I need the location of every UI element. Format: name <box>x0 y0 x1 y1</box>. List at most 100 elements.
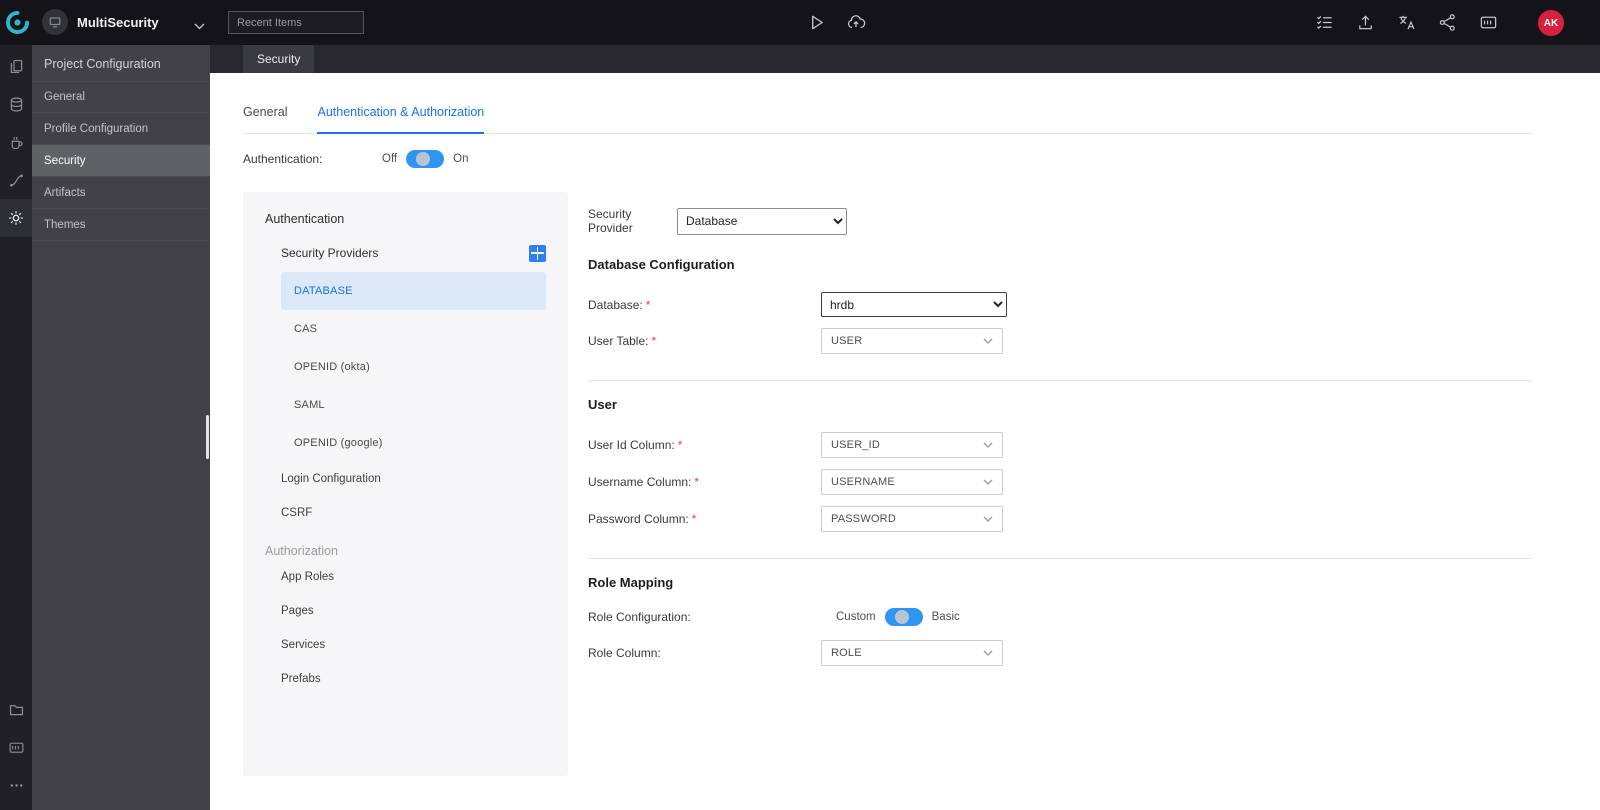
workspace-tab-security[interactable]: Security <box>243 45 315 73</box>
section-divider <box>588 558 1532 559</box>
role-basic-label: Basic <box>931 611 960 623</box>
toggle-knob <box>894 610 909 624</box>
database-provider-form: Security Provider Database Database Conf… <box>588 192 1532 776</box>
username-column-label: Username Column: <box>588 475 692 489</box>
chevron-down-icon <box>983 650 993 656</box>
export-icon[interactable] <box>1355 12 1375 32</box>
user-table-select[interactable]: USER <box>821 328 1003 354</box>
user-table-row: User Table: * USER <box>588 328 1532 354</box>
sidebar-scrollbar-thumb[interactable] <box>206 415 209 459</box>
user-heading: User <box>588 397 617 412</box>
user-table-label: User Table: <box>588 334 649 348</box>
provider-item-cas[interactable]: CAS <box>281 310 546 348</box>
role-column-label: Role Column: <box>588 646 661 660</box>
sidebar-item-artifacts[interactable]: Artifacts <box>32 177 210 209</box>
user-table-value: USER <box>831 335 863 347</box>
database-icon[interactable] <box>0 85 32 123</box>
role-custom-label: Custom <box>836 611 876 623</box>
provider-item-saml[interactable]: SAML <box>281 386 546 424</box>
user-id-column-value: USER_ID <box>831 439 881 451</box>
security-provider-label: Security Provider <box>588 207 633 235</box>
role-configuration-toggle[interactable] <box>884 608 923 626</box>
more-icon[interactable] <box>0 766 32 804</box>
console-icon[interactable] <box>1478 12 1498 32</box>
settings-gear-icon[interactable] <box>0 199 32 237</box>
toggle-off-label: Off <box>382 153 398 165</box>
tree-section-authentication: Authentication <box>265 212 345 226</box>
security-tabs: General Authentication & Authorization <box>243 105 1532 134</box>
password-column-row: Password Column: * PASSWORD <box>588 506 1532 532</box>
provider-item-openid-okta[interactable]: OPENID (okta) <box>281 348 546 386</box>
role-configuration-row: Role Configuration: Custom Basic <box>588 608 1532 626</box>
tree-item-pages[interactable]: Pages <box>281 594 546 628</box>
security-providers-label: Security Providers <box>281 246 379 260</box>
app-icon <box>42 9 68 35</box>
tree-item-prefabs[interactable]: Prefabs <box>281 662 546 696</box>
section-divider <box>588 380 1532 381</box>
java-services-icon[interactable] <box>0 123 32 161</box>
topbar: MultiSecurity Recent Items AK <box>0 0 1600 45</box>
role-configuration-label: Role Configuration: <box>588 610 691 624</box>
database-row: Database: * hrdb <box>588 292 1532 317</box>
chevron-down-icon <box>983 479 993 485</box>
role-column-select[interactable]: ROLE <box>821 640 1003 666</box>
authentication-toggle[interactable] <box>406 150 445 168</box>
role-column-row: Role Column: ROLE <box>588 640 1532 666</box>
authentication-toggle-row: Authentication: Off On <box>243 150 1532 168</box>
provider-item-database[interactable]: DATABASE <box>281 272 546 310</box>
role-mapping-heading: Role Mapping <box>588 575 674 590</box>
rail-bottom-group <box>0 690 32 810</box>
required-asterisk: * <box>691 512 697 526</box>
topbar-center-actions <box>806 12 866 32</box>
recent-items-input[interactable]: Recent Items <box>228 11 364 34</box>
tree-item-services[interactable]: Services <box>281 628 546 662</box>
user-id-column-label: User Id Column: <box>588 438 675 452</box>
checklist-icon[interactable] <box>1314 12 1334 32</box>
sidebar-item-general[interactable]: General <box>32 81 210 113</box>
toggle-on-label: On <box>453 153 469 165</box>
security-provider-row: Security Provider Database <box>588 207 1532 235</box>
auth-config-body: Authentication Security Providers DATABA… <box>243 192 1532 776</box>
project-selector[interactable]: MultiSecurity <box>42 9 159 35</box>
tree-item-csrf[interactable]: CSRF <box>281 496 546 530</box>
required-asterisk: * <box>694 475 700 489</box>
tree-item-login-configuration[interactable]: Login Configuration <box>281 462 546 496</box>
user-id-column-select[interactable]: USER_ID <box>821 432 1003 458</box>
sidebar-item-profile-configuration[interactable]: Profile Configuration <box>32 113 210 145</box>
folder-icon[interactable] <box>0 690 32 728</box>
tab-general[interactable]: General <box>243 105 287 133</box>
required-asterisk: * <box>645 297 651 312</box>
pages-icon[interactable] <box>0 47 32 85</box>
security-provider-select[interactable]: Database <box>677 207 847 235</box>
tab-authentication-authorization[interactable]: Authentication & Authorization <box>317 105 485 134</box>
security-providers-row: Security Providers <box>281 240 546 266</box>
deploy-cloud-icon[interactable] <box>846 12 866 32</box>
database-select[interactable]: hrdb <box>821 292 1007 317</box>
topbar-right-actions <box>1314 12 1498 32</box>
add-provider-button[interactable] <box>529 244 546 262</box>
wavemaker-studio: MultiSecurity Recent Items AK Project Co… <box>0 0 1600 810</box>
username-column-value: USERNAME <box>831 476 895 488</box>
wavemaker-logo[interactable] <box>6 11 30 34</box>
username-column-select[interactable]: USERNAME <box>821 469 1003 495</box>
provider-item-openid-google[interactable]: OPENID (google) <box>281 424 546 462</box>
logs-icon[interactable] <box>0 728 32 766</box>
password-column-label: Password Column: <box>588 512 689 526</box>
apis-icon[interactable] <box>0 161 32 199</box>
sidebar-item-themes[interactable]: Themes <box>32 209 210 241</box>
run-icon[interactable] <box>806 12 826 32</box>
icon-rail <box>0 45 32 810</box>
database-configuration-heading: Database Configuration <box>588 257 735 272</box>
password-column-select[interactable]: PASSWORD <box>821 506 1003 532</box>
tree-item-app-roles[interactable]: App Roles <box>281 560 546 594</box>
chevron-down-icon[interactable] <box>194 17 205 35</box>
role-column-value: ROLE <box>831 647 862 659</box>
branch-icon[interactable] <box>1437 12 1457 32</box>
workspace-tabstrip: Security <box>210 45 1600 73</box>
sidebar-item-security[interactable]: Security <box>32 145 210 177</box>
sidebar-title: Project Configuration <box>44 57 161 71</box>
translate-icon[interactable] <box>1396 12 1416 32</box>
chevron-down-icon <box>983 442 993 448</box>
username-column-row: Username Column: * USERNAME <box>588 469 1532 495</box>
user-avatar[interactable]: AK <box>1538 10 1564 36</box>
